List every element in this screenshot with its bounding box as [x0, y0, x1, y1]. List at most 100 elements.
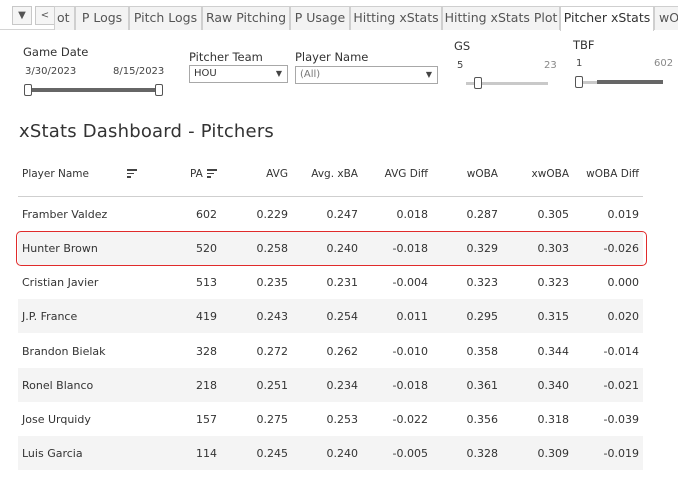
cell-avg-xba: 0.234	[326, 379, 359, 392]
game-date-label: Game Date	[23, 45, 89, 59]
cell-player-name: Cristian Javier	[22, 276, 99, 289]
cell-avg-diff: -0.004	[392, 276, 428, 289]
cell-avg-xba: 0.262	[326, 345, 359, 358]
sort-icon[interactable]	[207, 169, 217, 178]
cell-woba: 0.356	[466, 413, 499, 426]
tab-p-logs[interactable]: P Logs	[75, 6, 129, 30]
cell-avg-diff: 0.011	[396, 310, 429, 323]
cell-woba: 0.358	[466, 345, 499, 358]
table-row[interactable]: Cristian Javier 513 0.235 0.231 -0.004 0.323 0…	[18, 265, 643, 299]
pitcher-team-label: Pitcher Team	[189, 50, 263, 64]
col-header-avg[interactable]: AVG	[228, 168, 288, 180]
cell-avg-xba: 0.247	[326, 208, 359, 221]
table-row[interactable]: Ronel Blanco 218 0.251 0.234 -0.018 0.361 0.34…	[18, 368, 643, 402]
tab-raw-pitching[interactable]: Raw Pitching	[202, 6, 290, 30]
game-date-start: 3/30/2023	[25, 66, 77, 77]
game-date-start-handle[interactable]	[24, 84, 32, 96]
game-date-end-handle[interactable]	[155, 84, 163, 96]
pitcher-team-value: HOU	[194, 68, 217, 79]
chevron-down-icon: ▼	[275, 69, 282, 78]
cell-avg: 0.272	[256, 345, 289, 358]
cell-woba-diff: -0.021	[603, 379, 639, 392]
cell-avg-xba: 0.254	[326, 310, 359, 323]
cell-pa: 328	[196, 345, 217, 358]
col-header-xwoba[interactable]: xwOBA	[509, 168, 569, 180]
cell-pa: 157	[196, 413, 217, 426]
col-header-avg-diff[interactable]: AVG Diff	[368, 168, 428, 180]
game-date-range-track[interactable]	[28, 88, 160, 92]
cell-woba: 0.328	[466, 447, 499, 460]
cell-avg: 0.235	[256, 276, 289, 289]
col-header-player-name[interactable]: Player Name	[22, 168, 89, 180]
table-row[interactable]: Luis Garcia 114 0.245 0.240 -0.005 0.328 0.309…	[18, 436, 643, 470]
tab-partial-wo[interactable]: wO	[654, 6, 678, 30]
cell-woba: 0.295	[466, 310, 499, 323]
tab-pitcher-xstats[interactable]: Pitcher xStats	[560, 6, 654, 31]
cell-avg-diff: -0.010	[392, 345, 428, 358]
cell-avg-xba: 0.253	[326, 413, 359, 426]
tab-partial-plot[interactable]: ot	[54, 6, 75, 30]
pitcher-team-select[interactable]: HOU ▼	[189, 65, 288, 83]
cell-avg-diff: -0.022	[392, 413, 428, 426]
cell-avg: 0.229	[256, 208, 289, 221]
cell-woba-diff: 0.020	[607, 310, 640, 323]
game-date-end: 8/15/2023	[113, 66, 165, 77]
tbf-slider-handle[interactable]	[575, 76, 583, 88]
cell-avg: 0.245	[256, 447, 289, 460]
player-name-value: (All)	[300, 69, 321, 80]
cell-xwoba: 0.305	[537, 208, 570, 221]
chevron-down-icon: ▼	[425, 70, 432, 79]
col-header-avg-xba[interactable]: Avg. xBA	[298, 168, 358, 180]
cell-woba-diff: 0.000	[607, 276, 640, 289]
sort-icon[interactable]	[127, 169, 137, 178]
gs-min: 5	[457, 60, 464, 71]
tab-bar: ▼ < ot P Logs Pitch Logs Raw Pitching P …	[0, 0, 678, 31]
tab-scroll-left-icon[interactable]: <	[35, 6, 55, 25]
gs-label: GS	[454, 39, 471, 53]
cell-xwoba: 0.323	[537, 276, 570, 289]
col-header-woba[interactable]: wOBA	[438, 168, 498, 180]
cell-xwoba: 0.344	[537, 345, 570, 358]
cell-woba: 0.323	[466, 276, 499, 289]
tbf-slider-range[interactable]	[597, 80, 663, 84]
cell-xwoba: 0.315	[537, 310, 570, 323]
cell-woba-diff: -0.019	[603, 447, 639, 460]
row-highlight-outline	[16, 231, 647, 266]
cell-avg-xba: 0.231	[326, 276, 359, 289]
tbf-label: TBF	[573, 38, 595, 52]
table-row[interactable]: Brandon Bielak 328 0.272 0.262 -0.010 0.358 0.…	[18, 334, 643, 368]
cell-pa: 114	[196, 447, 217, 460]
gs-slider-handle[interactable]	[474, 77, 482, 89]
cell-player-name: Framber Valdez	[22, 208, 108, 221]
cell-woba: 0.361	[466, 379, 499, 392]
cell-pa: 513	[196, 276, 217, 289]
cell-player-name: Brandon Bielak	[22, 345, 106, 358]
cell-pa: 218	[196, 379, 217, 392]
cell-xwoba: 0.318	[537, 413, 570, 426]
tab-menu-dropdown-icon[interactable]: ▼	[12, 6, 32, 25]
cell-xwoba: 0.340	[537, 379, 570, 392]
cell-avg: 0.275	[256, 413, 289, 426]
tab-hitting-xstats-plot[interactable]: Hitting xStats Plot	[442, 6, 560, 30]
cell-player-name: Ronel Blanco	[22, 379, 94, 392]
cell-xwoba: 0.309	[537, 447, 570, 460]
col-header-pa[interactable]: PA	[190, 168, 203, 180]
cell-woba: 0.287	[466, 208, 499, 221]
table-row[interactable]: J.P. France 419 0.243 0.254 0.011 0.295 0.315 0…	[18, 299, 643, 333]
gs-max: 23	[544, 60, 557, 71]
tbf-max: 602	[654, 58, 674, 69]
cell-avg-diff: -0.018	[392, 379, 428, 392]
tab-p-usage[interactable]: P Usage	[290, 6, 350, 30]
tab-hitting-xstats[interactable]: Hitting xStats	[350, 6, 442, 30]
col-header-woba-diff[interactable]: wOBA Diff	[579, 168, 639, 180]
tab-pitch-logs[interactable]: Pitch Logs	[129, 6, 202, 30]
cell-avg-xba: 0.240	[326, 447, 359, 460]
cell-avg-diff: -0.005	[392, 447, 428, 460]
cell-pa: 419	[196, 310, 217, 323]
player-name-select[interactable]: (All) ▼	[295, 66, 438, 84]
table-row[interactable]: Jose Urquidy 157 0.275 0.253 -0.022 0.356 0.31…	[18, 402, 643, 436]
cell-pa: 602	[196, 208, 217, 221]
table-row[interactable]: Framber Valdez 602 0.229 0.247 0.018 0.287 0.3…	[18, 197, 643, 231]
cell-player-name: J.P. France	[22, 310, 78, 323]
cell-avg-diff: 0.018	[396, 208, 429, 221]
